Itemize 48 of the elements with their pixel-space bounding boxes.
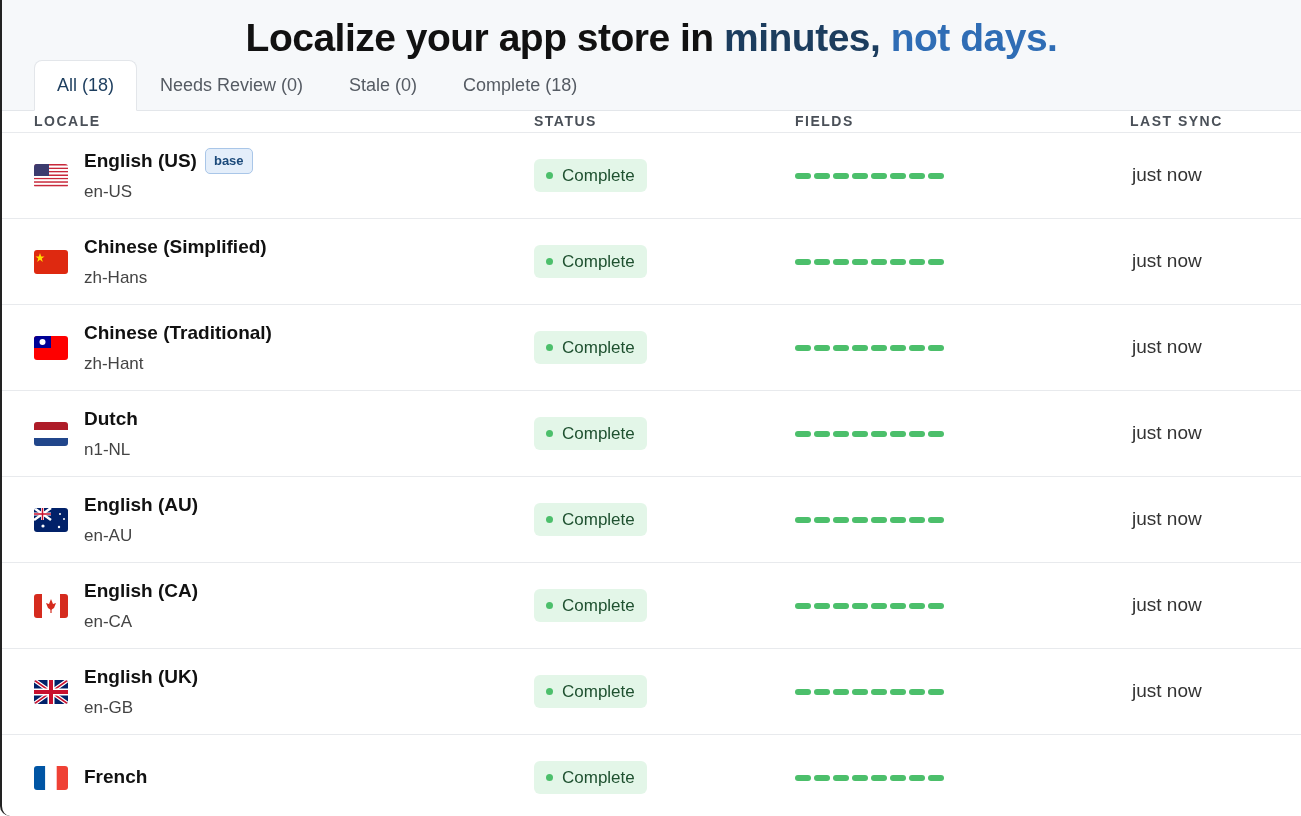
locale-code: zh-Hant [84, 353, 145, 375]
locale-code: zh-Hans [84, 267, 149, 289]
locale-name: English (AU) [84, 492, 198, 517]
locale-name: French [84, 765, 148, 790]
locale-code: en-GB [84, 697, 135, 719]
last-sync-time: just now [1130, 422, 1202, 444]
status-badge: Complete [534, 417, 647, 450]
column-header: LAST SYNC [1129, 112, 1224, 131]
locale-code: en-US [84, 181, 134, 203]
last-sync-time: just now [1130, 680, 1202, 702]
locale-name: English (UK) [84, 664, 198, 689]
locale-code: en-AU [84, 525, 134, 547]
filter-tab[interactable]: Stale (0) [326, 60, 441, 111]
locale-name: Chinese (Traditional) [84, 320, 272, 345]
flag-icon [34, 507, 68, 532]
flag-icon [34, 249, 68, 274]
status-badge: Complete [534, 159, 647, 192]
status-badge: Complete [534, 589, 647, 622]
filter-tab[interactable]: Needs Review (0) [137, 60, 327, 111]
base-tag: base [204, 148, 253, 174]
locale-code: en-CA [84, 611, 134, 633]
locale-code: n1-NL [84, 439, 132, 461]
locale-name: English (CA) [84, 578, 198, 603]
last-sync-time: just now [1130, 508, 1202, 530]
last-sync-time: just now [1130, 594, 1202, 616]
flag-icon [34, 593, 68, 618]
status-badge: Complete [534, 245, 647, 278]
flag-icon [34, 335, 68, 360]
column-header: STATUS [534, 112, 598, 131]
last-sync-time: just now [1130, 164, 1202, 186]
flag-icon [34, 765, 68, 790]
last-sync-time: just now [1130, 250, 1202, 272]
flag-icon [34, 421, 68, 446]
last-sync-time: just now [1130, 336, 1202, 358]
status-badge: Complete [534, 675, 647, 708]
status-badge: Complete [534, 331, 647, 364]
locale-name: English (US) [84, 148, 197, 173]
column-header: LOCALE [34, 112, 102, 131]
flag-icon [34, 679, 68, 704]
status-badge: Complete [534, 761, 647, 794]
flag-icon [34, 163, 68, 188]
status-badge: Complete [534, 503, 647, 536]
locale-name: Chinese (Simplified) [84, 234, 267, 259]
filter-tab[interactable]: All (18) [34, 60, 137, 111]
headline: Localize your app store in minutes, not days. [245, 15, 1058, 61]
filter-tab[interactable]: Complete (18) [440, 60, 601, 111]
column-header: FIELDS [795, 112, 855, 131]
locale-name: Dutch [84, 406, 138, 431]
